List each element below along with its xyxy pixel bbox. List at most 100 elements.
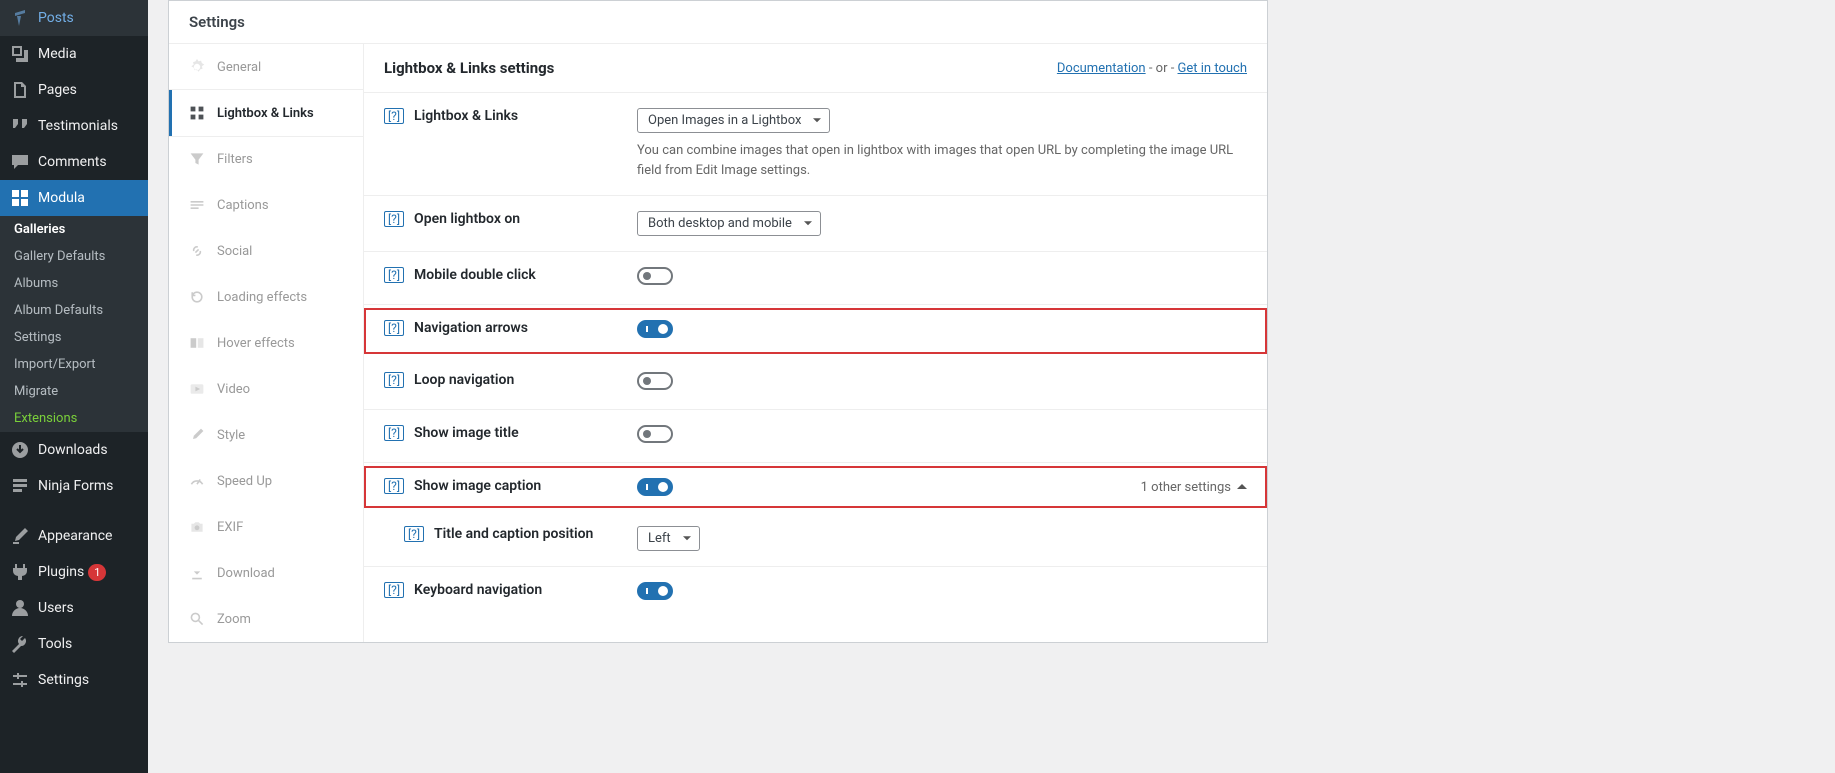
submenu-import-export[interactable]: Import/Export bbox=[0, 351, 148, 378]
label: Lightbox & Links bbox=[414, 108, 518, 124]
tab-filters[interactable]: Filters bbox=[169, 136, 363, 182]
sidebar-item-posts[interactable]: Posts bbox=[0, 0, 148, 36]
label: Title and caption position bbox=[434, 526, 593, 542]
tab-label: Loading effects bbox=[217, 290, 307, 305]
help-icon[interactable]: [?] bbox=[384, 478, 404, 494]
submenu-album-defaults[interactable]: Album Defaults bbox=[0, 297, 148, 324]
sliders-icon bbox=[10, 670, 30, 690]
tab-label: EXIF bbox=[217, 520, 243, 535]
field-lightbox-links: [?] Lightbox & Links Open Images in a Lig… bbox=[364, 93, 1267, 196]
tab-general[interactable]: General bbox=[169, 44, 363, 90]
tab-social[interactable]: Social bbox=[169, 228, 363, 274]
other-settings-toggle[interactable]: 1 other settings bbox=[1141, 480, 1247, 495]
open-lightbox-select[interactable]: Both desktop and mobile bbox=[637, 211, 821, 236]
tab-label: Filters bbox=[217, 152, 253, 167]
gauge-icon bbox=[189, 473, 205, 489]
field-keyboard-navigation: [?]Keyboard navigation bbox=[364, 567, 1267, 619]
tab-exif[interactable]: EXIF bbox=[169, 504, 363, 550]
submenu-albums[interactable]: Albums bbox=[0, 270, 148, 297]
help-icon[interactable]: [?] bbox=[384, 582, 404, 598]
form-icon bbox=[10, 476, 30, 496]
tab-style[interactable]: Style bbox=[169, 412, 363, 458]
tab-label: Social bbox=[217, 244, 252, 259]
tab-label: Speed Up bbox=[217, 474, 272, 489]
modula-icon bbox=[10, 188, 30, 208]
sidebar-item-tools[interactable]: Tools bbox=[0, 626, 148, 662]
sidebar-item-settings[interactable]: Settings bbox=[0, 662, 148, 698]
modula-submenu: Galleries Gallery Defaults Albums Album … bbox=[0, 216, 148, 432]
show-image-caption-toggle[interactable] bbox=[637, 478, 673, 496]
label: Navigation arrows bbox=[414, 320, 528, 336]
field-navigation-arrows: [?] Navigation arrows bbox=[364, 308, 1267, 354]
help-icon[interactable]: [?] bbox=[384, 211, 404, 227]
settings-header: Lightbox & Links settings Documentation … bbox=[364, 44, 1267, 93]
help-icon[interactable]: [?] bbox=[384, 425, 404, 441]
sidebar-item-modula[interactable]: Modula bbox=[0, 180, 148, 216]
select-value: Left bbox=[648, 531, 671, 546]
lightbox-icon bbox=[189, 105, 205, 121]
show-image-title-toggle[interactable] bbox=[637, 425, 673, 443]
settings-tabs: General Lightbox & Links Filters Caption… bbox=[169, 44, 364, 642]
sidebar-item-appearance[interactable]: Appearance bbox=[0, 518, 148, 554]
sidebar-item-comments[interactable]: Comments bbox=[0, 144, 148, 180]
navigation-arrows-toggle[interactable] bbox=[637, 320, 673, 338]
help-icon[interactable]: [?] bbox=[384, 320, 404, 336]
tab-label: Hover effects bbox=[217, 336, 295, 351]
help-icon[interactable]: [?] bbox=[384, 372, 404, 388]
label: Downloads bbox=[38, 442, 108, 458]
settings-panel: Settings General Lightbox & Links Filter… bbox=[168, 0, 1268, 643]
sidebar-item-users[interactable]: Users bbox=[0, 590, 148, 626]
pages-icon bbox=[10, 80, 30, 100]
tab-label: General bbox=[217, 60, 261, 75]
label: Posts bbox=[38, 10, 74, 26]
field-description: You can combine images that open in ligh… bbox=[637, 141, 1247, 180]
sidebar-item-downloads[interactable]: Downloads bbox=[0, 432, 148, 468]
refresh-icon bbox=[189, 289, 205, 305]
title-position-select[interactable]: Left bbox=[637, 526, 700, 551]
help-icon[interactable]: [?] bbox=[384, 108, 404, 124]
tab-video[interactable]: Video bbox=[169, 366, 363, 412]
sidebar-item-ninja-forms[interactable]: Ninja Forms bbox=[0, 468, 148, 504]
label: Testimonials bbox=[38, 118, 118, 134]
link-icon bbox=[189, 243, 205, 259]
tab-hover-effects[interactable]: Hover effects bbox=[169, 320, 363, 366]
contact-link[interactable]: Get in touch bbox=[1178, 61, 1247, 76]
lightbox-links-select[interactable]: Open Images in a Lightbox bbox=[637, 108, 830, 133]
label: Appearance bbox=[38, 528, 112, 544]
captions-icon bbox=[189, 197, 205, 213]
plugins-badge: 1 bbox=[88, 564, 106, 581]
submenu-settings[interactable]: Settings bbox=[0, 324, 148, 351]
loop-navigation-toggle[interactable] bbox=[637, 372, 673, 390]
submenu-galleries[interactable]: Galleries bbox=[0, 216, 148, 243]
label: Show image title bbox=[414, 425, 519, 441]
chevron-up-icon bbox=[1237, 479, 1247, 489]
label: Ninja Forms bbox=[38, 478, 113, 494]
sidebar-item-testimonials[interactable]: Testimonials bbox=[0, 108, 148, 144]
tab-lightbox-links[interactable]: Lightbox & Links bbox=[169, 90, 363, 136]
panel-title: Settings bbox=[169, 1, 1267, 44]
filter-icon bbox=[189, 151, 205, 167]
download-icon bbox=[10, 440, 30, 460]
tab-download[interactable]: Download bbox=[169, 550, 363, 596]
search-icon bbox=[189, 611, 205, 627]
tab-speed-up[interactable]: Speed Up bbox=[169, 458, 363, 504]
submenu-migrate[interactable]: Migrate bbox=[0, 378, 148, 405]
help-icon[interactable]: [?] bbox=[404, 526, 424, 542]
mobile-double-click-toggle[interactable] bbox=[637, 267, 673, 285]
label: Pages bbox=[38, 82, 77, 98]
sidebar-item-pages[interactable]: Pages bbox=[0, 72, 148, 108]
sidebar-item-plugins[interactable]: Plugins1 bbox=[0, 554, 148, 590]
tab-label: Style bbox=[217, 428, 245, 443]
keyboard-navigation-toggle[interactable] bbox=[637, 582, 673, 600]
documentation-link[interactable]: Documentation bbox=[1057, 61, 1146, 76]
help-icon[interactable]: [?] bbox=[384, 267, 404, 283]
submenu-gallery-defaults[interactable]: Gallery Defaults bbox=[0, 243, 148, 270]
tab-loading-effects[interactable]: Loading effects bbox=[169, 274, 363, 320]
field-mobile-double-click: [?]Mobile double click bbox=[364, 252, 1267, 305]
sidebar-item-media[interactable]: Media bbox=[0, 36, 148, 72]
tab-zoom[interactable]: Zoom bbox=[169, 596, 363, 642]
download-icon bbox=[189, 565, 205, 581]
tab-label: Download bbox=[217, 566, 275, 581]
tab-captions[interactable]: Captions bbox=[169, 182, 363, 228]
submenu-extensions[interactable]: Extensions bbox=[0, 405, 148, 432]
